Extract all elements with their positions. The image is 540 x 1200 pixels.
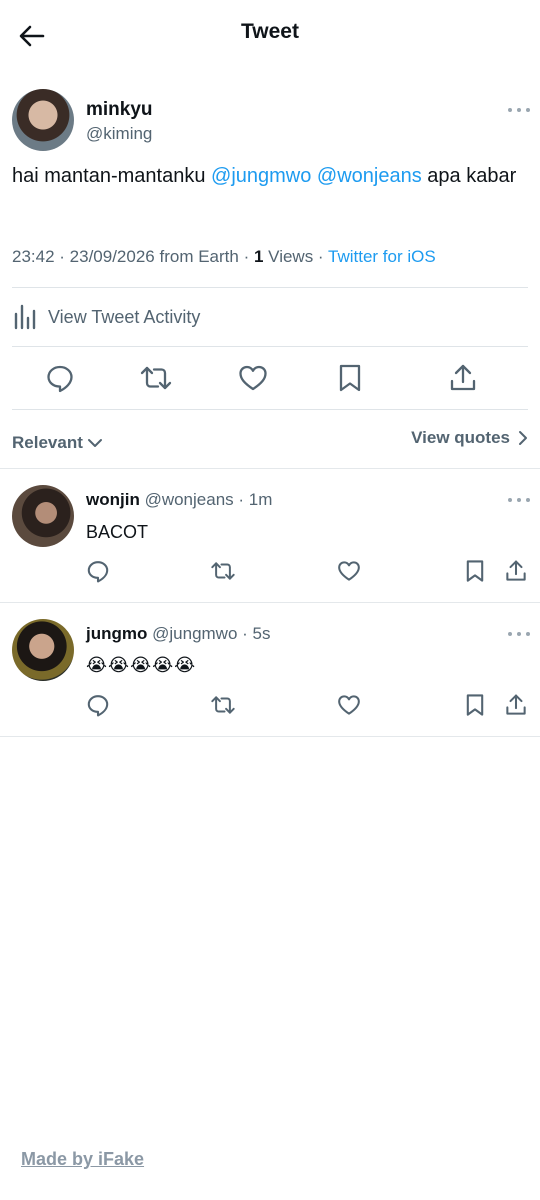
tweet-location: from Earth: [159, 247, 239, 266]
more-dot-icon: [526, 108, 530, 112]
more-options-button[interactable]: [508, 100, 530, 120]
reply-button[interactable]: [85, 558, 111, 584]
share-icon: [506, 694, 526, 715]
bookmark-icon: [339, 364, 361, 392]
reply-author-name[interactable]: wonjin: [86, 490, 140, 509]
reply-text: 😭😭😭😭😭: [86, 655, 197, 676]
like-button[interactable]: [336, 692, 362, 718]
like-icon: [338, 695, 360, 715]
reply-button[interactable]: [85, 692, 111, 718]
more-options-button[interactable]: [508, 490, 530, 510]
like-icon: [338, 561, 360, 581]
retweet-button[interactable]: [210, 692, 236, 718]
more-dot-icon: [508, 108, 512, 112]
more-dot-icon: [517, 108, 521, 112]
tweet-text-prefix: hai mantan-mantanku: [12, 165, 212, 187]
more-dot-icon: [526, 498, 530, 502]
views-label: Views: [268, 247, 314, 266]
analytics-icon: [14, 304, 36, 330]
chevron-down-icon: [87, 439, 102, 447]
views-count: 1: [253, 247, 264, 266]
reply-age: 5s: [252, 624, 271, 643]
more-dot-icon: [517, 498, 521, 502]
bookmark-button[interactable]: [462, 692, 488, 718]
reply-icon: [87, 695, 109, 717]
like-button[interactable]: [336, 558, 362, 584]
divider: [0, 736, 540, 737]
bookmark-icon: [466, 694, 484, 716]
reply-icon: [87, 561, 109, 583]
more-dot-icon: [508, 498, 512, 502]
bookmark-button[interactable]: [462, 558, 488, 584]
sort-replies-dropdown[interactable]: Relevant: [12, 433, 103, 453]
divider: [0, 468, 540, 469]
reply-header: wonjin @wonjeans · 1m: [86, 490, 273, 509]
retweet-button[interactable]: [210, 558, 236, 584]
bookmark-button[interactable]: [332, 360, 368, 396]
more-options-button[interactable]: [508, 624, 530, 644]
avatar[interactable]: [12, 89, 74, 151]
reply-author-handle[interactable]: @jungmwo: [152, 624, 237, 643]
avatar[interactable]: [12, 619, 74, 681]
more-dot-icon: [517, 632, 521, 636]
retweet-icon: [211, 562, 235, 580]
view-activity-label: View Tweet Activity: [48, 306, 201, 327]
tweet-text: hai mantan-mantanku @jungmwo @wonjeans a…: [12, 162, 522, 191]
reply-text: BACOT: [86, 522, 149, 542]
reply-author-name[interactable]: jungmo: [86, 624, 147, 643]
client-link[interactable]: Twitter for iOS: [328, 247, 436, 266]
reply-button[interactable]: [42, 360, 78, 396]
author-name[interactable]: minkyu: [86, 99, 153, 121]
mention-link[interactable]: @jungmwo: [211, 165, 311, 187]
share-button[interactable]: [503, 558, 529, 584]
divider: [0, 602, 540, 603]
more-dot-icon: [508, 632, 512, 636]
view-activity-button[interactable]: View Tweet Activity: [12, 300, 200, 334]
chevron-right-icon: [519, 431, 527, 445]
reply-age: 1m: [248, 490, 273, 509]
bookmark-icon: [466, 560, 484, 582]
tweet-time: 23:42: [12, 247, 55, 266]
share-icon: [506, 560, 526, 581]
page-title: Tweet: [241, 20, 299, 43]
view-quotes-link[interactable]: View quotes: [411, 428, 530, 448]
reply-icon: [47, 365, 73, 393]
divider: [12, 287, 528, 288]
retweet-icon: [211, 696, 235, 714]
share-button[interactable]: [503, 692, 529, 718]
like-icon: [239, 365, 267, 391]
sort-label: Relevant: [12, 433, 83, 452]
made-by-link[interactable]: Made by iFake: [21, 1149, 144, 1170]
author-handle[interactable]: @kiming: [86, 124, 152, 144]
more-dot-icon: [526, 632, 530, 636]
like-button[interactable]: [235, 360, 271, 396]
reply-header: jungmo @jungmwo · 5s: [86, 624, 271, 643]
tweet-date: 23/09/2026: [69, 247, 155, 266]
avatar[interactable]: [12, 485, 74, 547]
divider: [12, 409, 528, 410]
view-quotes-label: View quotes: [411, 428, 510, 447]
share-icon: [450, 364, 476, 391]
tweet-text-suffix: apa kabar: [421, 165, 517, 187]
divider: [12, 346, 528, 347]
retweet-button[interactable]: [138, 360, 174, 396]
reply-author-handle[interactable]: @wonjeans: [145, 490, 234, 509]
mention-link[interactable]: @wonjeans: [317, 165, 422, 187]
share-button[interactable]: [445, 360, 481, 396]
tweet-meta: 23:42 · 23/09/2026 from Earth · 1 Views …: [12, 247, 436, 266]
retweet-icon: [140, 366, 172, 390]
